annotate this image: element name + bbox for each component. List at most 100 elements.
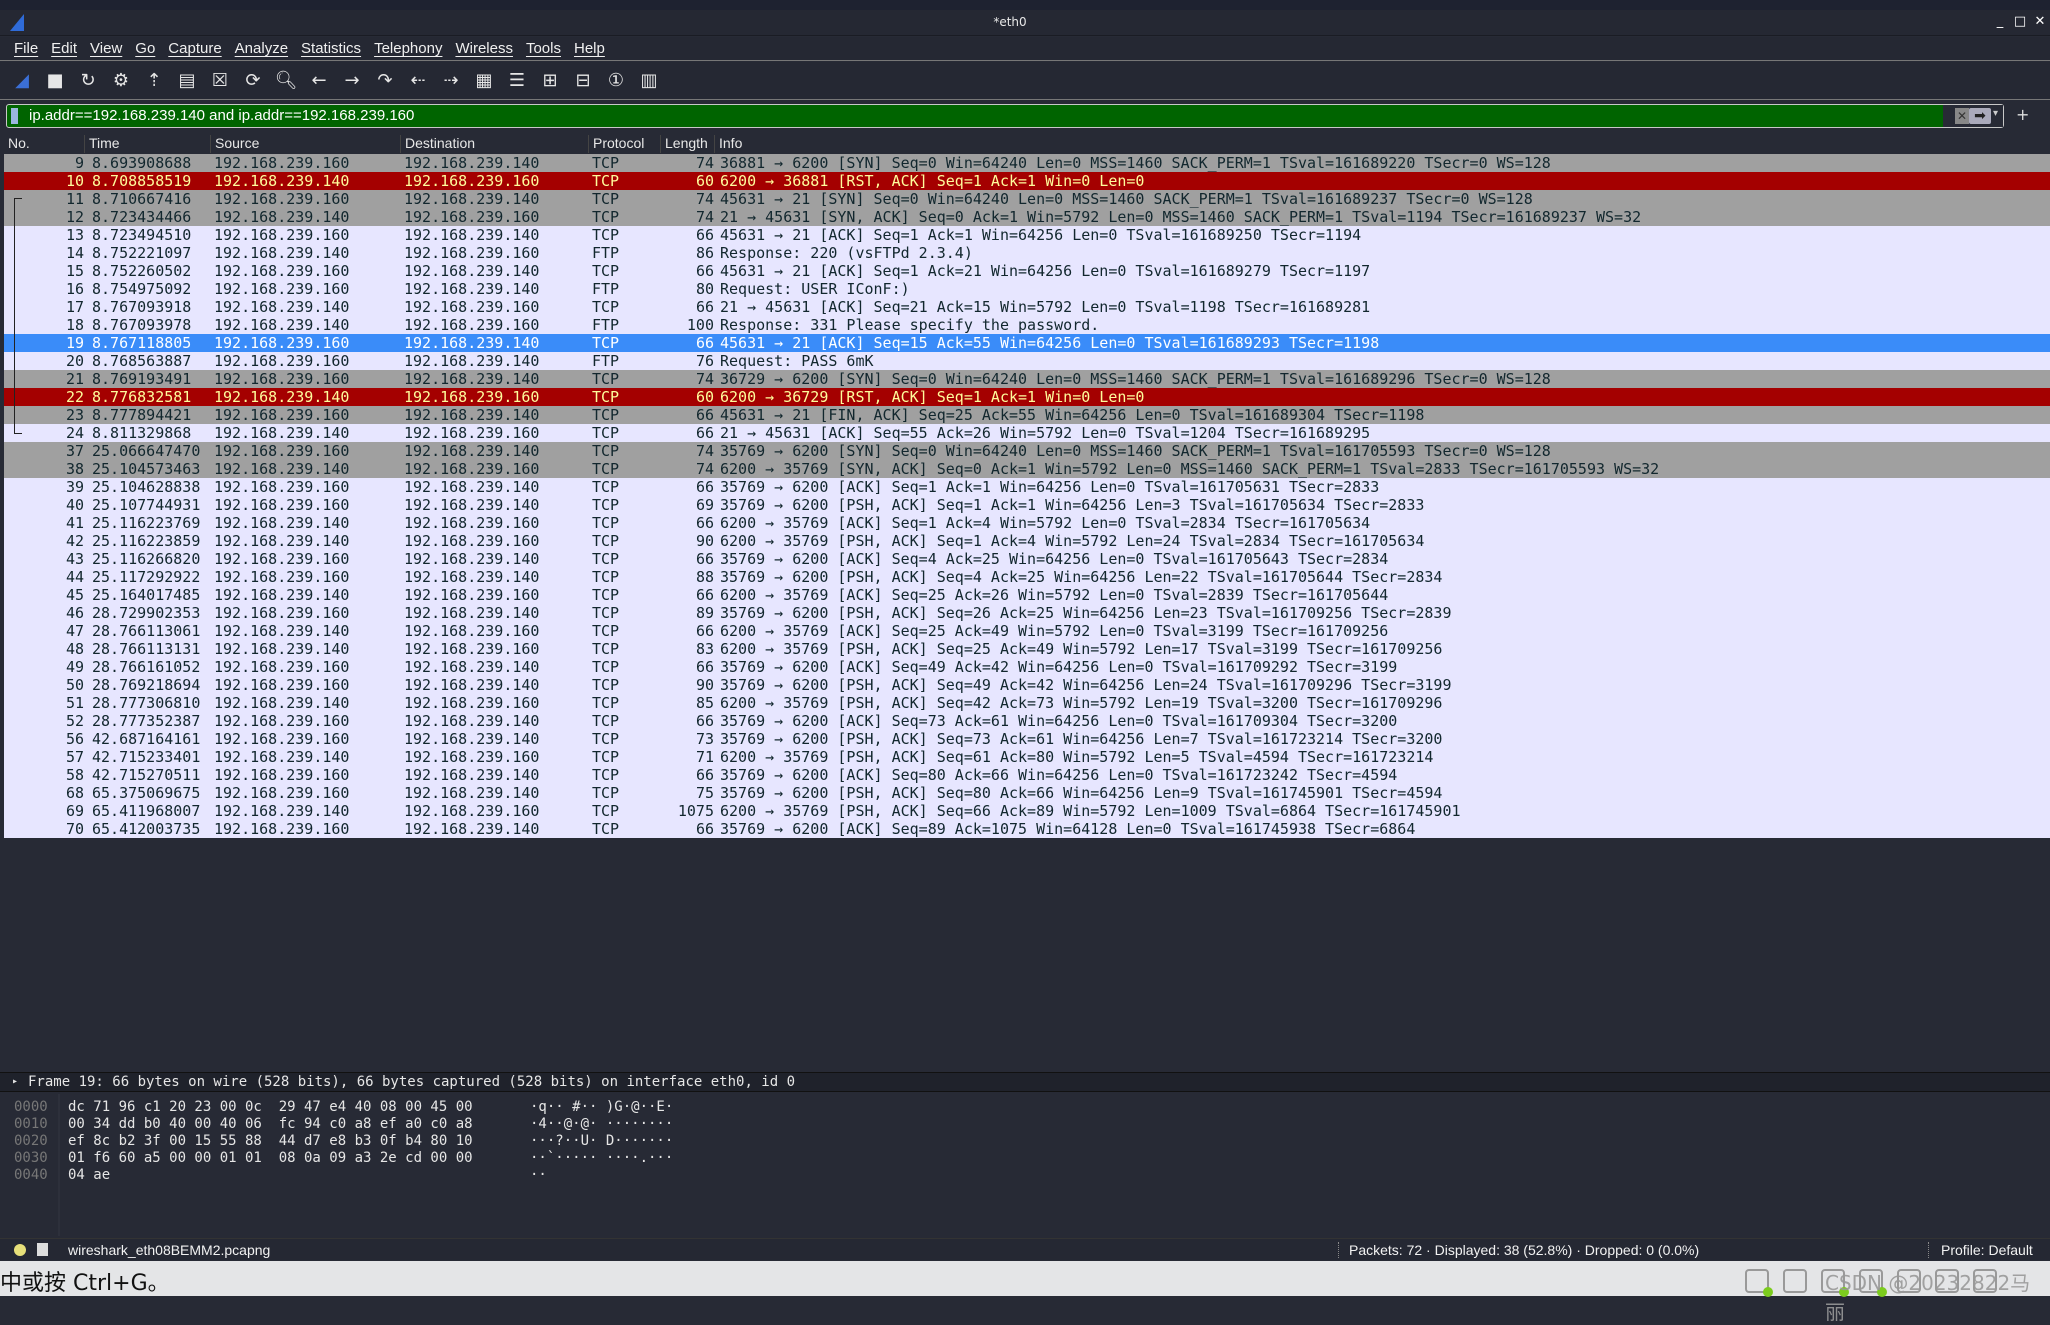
find-packet-icon[interactable]: 🔍︎ [274,68,298,94]
add-filter-button[interactable]: + [2016,105,2029,124]
stop-capture-icon[interactable]: ■ [43,68,67,94]
column-source[interactable]: Source [210,135,259,153]
packet-row[interactable]: 21 8.769193491 192.168.239.160 192.168.239.… [4,370,2050,388]
packet-row[interactable]: 70 65.412003735 192.168.239.160 192.168.239… [4,820,2050,838]
zoom-out-icon[interactable]: ⊟ [571,68,595,94]
menu-view[interactable]: View [90,37,122,60]
packet-row[interactable]: 47 28.766113061 192.168.239.140 192.168.239… [4,622,2050,640]
packet-row[interactable]: 46 28.729902353 192.168.239.160 192.168.239… [4,604,2050,622]
expand-arrow-icon[interactable]: ▸ [12,1073,18,1091]
packet-row[interactable]: 12 8.723434466 192.168.239.140 192.168.239.… [4,208,2050,226]
packet-row[interactable]: 18 8.767093978 192.168.239.140 192.168.239.… [4,316,2050,334]
hex-line-bytes[interactable]: ef 8c b2 3f 00 15 55 88 44 d7 e8 b3 0f b… [68,1133,473,1150]
close-file-icon[interactable]: ☒ [208,68,232,94]
packet-row[interactable]: 9 8.693908688 192.168.239.160 192.168.239.1… [4,154,2050,172]
hex-line-bytes[interactable]: 04 ae [68,1167,473,1184]
clear-filter-button[interactable]: ✕ [1955,108,1969,124]
packet-row[interactable]: 13 8.723494510 192.168.239.160 192.168.239.… [4,226,2050,244]
column-no[interactable]: No. [4,135,30,153]
packet-row[interactable]: 45 25.164017485 192.168.239.140 192.168.239… [4,586,2050,604]
packet-row[interactable]: 37 25.066647470 192.168.239.160 192.168.239… [4,442,2050,460]
go-to-packet-icon[interactable]: ↷ [373,68,397,94]
menu-edit[interactable]: Edit [51,37,77,60]
menu-tools[interactable]: Tools [526,37,561,60]
packet-row[interactable]: 22 8.776832581 192.168.239.140 192.168.239.… [4,388,2050,406]
packet-row[interactable]: 20 8.768563887 192.168.239.160 192.168.239.… [4,352,2050,370]
restart-capture-icon[interactable]: ↻ [76,68,100,94]
hex-line-ascii[interactable]: ··`····· ····.··· [530,1150,673,1167]
packet-row[interactable]: 51 28.777306810 192.168.239.140 192.168.239… [4,694,2050,712]
packet-row[interactable]: 49 28.766161052 192.168.239.160 192.168.239… [4,658,2050,676]
packet-row[interactable]: 42 25.116223859 192.168.239.140 192.168.239… [4,532,2050,550]
frame-summary-item[interactable]: Frame 19: 66 bytes on wire (528 bits), 6… [28,1073,795,1091]
packet-row[interactable]: 16 8.754975092 192.168.239.160 192.168.239.… [4,280,2050,298]
go-forward-icon[interactable]: → [340,68,364,94]
packet-row[interactable]: 44 25.117292922 192.168.239.160 192.168.239… [4,568,2050,586]
packet-row[interactable]: 10 8.708858519 192.168.239.140 192.168.239.… [4,172,2050,190]
hex-line-bytes[interactable]: 01 f6 60 a5 00 00 01 01 08 0a 09 a3 2e c… [68,1150,473,1167]
capture-options-gear-icon[interactable]: ⚙ [109,68,133,94]
menu-analyze[interactable]: Analyze [235,37,288,60]
menu-capture[interactable]: Capture [168,37,221,60]
resize-columns-icon[interactable]: ▥ [637,68,661,94]
packet-row[interactable]: 41 25.116223769 192.168.239.140 192.168.239… [4,514,2050,532]
bookmark-icon[interactable] [11,108,18,124]
maximize-button[interactable]: □ [2012,14,2028,30]
packet-row[interactable]: 15 8.752260502 192.168.239.160 192.168.239.… [4,262,2050,280]
menu-statistics[interactable]: Statistics [301,37,361,60]
go-back-icon[interactable]: ← [307,68,331,94]
hex-line-ascii[interactable]: ·4··@·@· ········ [530,1116,673,1133]
cd-icon[interactable] [1783,1269,1807,1293]
packet-row[interactable]: 23 8.777894421 192.168.239.160 192.168.239.… [4,406,2050,424]
packet-row[interactable]: 39 25.104628838 192.168.239.160 192.168.239… [4,478,2050,496]
column-length[interactable]: Length [660,135,708,153]
menu-go[interactable]: Go [135,37,155,60]
packet-row[interactable]: 19 8.767118805 192.168.239.160 192.168.239.… [4,334,2050,352]
column-time[interactable]: Time [84,135,120,153]
menu-help[interactable]: Help [574,37,605,60]
packet-row[interactable]: 69 65.411968007 192.168.239.140 192.168.239… [4,802,2050,820]
display-filter-input[interactable]: ip.addr==192.168.239.140 and ip.addr==19… [29,107,414,124]
packet-row[interactable]: 68 65.375069675 192.168.239.160 192.168.239… [4,784,2050,802]
packet-row[interactable]: 48 28.766113131 192.168.239.140 192.168.239… [4,640,2050,658]
hex-line-bytes[interactable]: 00 34 dd b0 40 00 40 06 fc 94 c0 a8 ef a… [68,1116,473,1133]
filter-history-dropdown[interactable]: ▾ [1993,108,2003,119]
hex-line-ascii[interactable]: ···?··U· D······· [530,1133,673,1150]
zoom-in-icon[interactable]: ⊞ [538,68,562,94]
hex-bytes[interactable]: dc 71 96 c1 20 23 00 0c 29 47 e4 40 08 0… [68,1099,473,1184]
profile-selector[interactable]: Profile: Default [1928,1242,2033,1258]
reload-file-icon[interactable]: ⟳ [241,68,265,94]
packet-row[interactable]: 24 8.811329868 192.168.239.140 192.168.239.… [4,424,2050,442]
packet-row[interactable]: 57 42.715233401 192.168.239.140 192.168.239… [4,748,2050,766]
column-info[interactable]: Info [714,135,742,153]
hex-line-ascii[interactable]: ·q·· #·· )G·@··E· [530,1099,673,1116]
packet-row[interactable]: 17 8.767093918 192.168.239.140 192.168.239.… [4,298,2050,316]
capture-comment-icon[interactable] [37,1243,48,1256]
packet-row[interactable]: 58 42.715270511 192.168.239.160 192.168.239… [4,766,2050,784]
hex-line-ascii[interactable]: ·· [530,1167,673,1184]
column-protocol[interactable]: Protocol [588,135,644,153]
menu-file[interactable]: File [14,37,38,60]
packet-row[interactable]: 11 8.710667416 192.168.239.160 192.168.239.… [4,190,2050,208]
packet-row[interactable]: 40 25.107744931 192.168.239.160 192.168.239… [4,496,2050,514]
shark-fin-start-icon[interactable]: ◢ [10,68,34,94]
packet-row[interactable]: 14 8.752221097 192.168.239.140 192.168.239.… [4,244,2050,262]
menu-telephony[interactable]: Telephony [374,37,442,60]
last-packet-icon[interactable]: ⇢ [439,68,463,94]
save-file-icon[interactable]: ▤ [175,68,199,94]
minimize-button[interactable]: _ [1992,14,2008,30]
packet-row[interactable]: 52 28.777352387 192.168.239.160 192.168.239… [4,712,2050,730]
column-destination[interactable]: Destination [400,135,475,153]
menu-wireless[interactable]: Wireless [455,37,513,60]
packet-row[interactable]: 38 25.104573463 192.168.239.140 192.168.239… [4,460,2050,478]
normal-size-icon[interactable]: ① [604,68,628,94]
hex-line-bytes[interactable]: dc 71 96 c1 20 23 00 0c 29 47 e4 40 08 0… [68,1099,473,1116]
close-button[interactable]: ✕ [2032,14,2048,30]
drive-icon[interactable] [1745,1269,1773,1297]
packet-row[interactable]: 56 42.687164161 192.168.239.160 192.168.239… [4,730,2050,748]
colorize-icon[interactable]: ☰ [505,68,529,94]
packet-row[interactable]: 43 25.116266820 192.168.239.160 192.168.239… [4,550,2050,568]
open-file-icon[interactable]: ⇡ [142,68,166,94]
auto-scroll-icon[interactable]: ▦ [472,68,496,94]
expert-info-icon[interactable] [14,1244,26,1256]
